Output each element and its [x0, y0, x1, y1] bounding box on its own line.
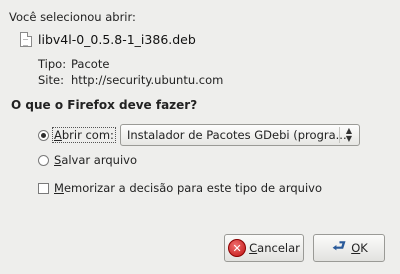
file-icon: [20, 32, 32, 47]
ok-label-rest: K: [360, 241, 368, 255]
remember-decision-mnemonic: M: [54, 181, 64, 195]
cancel-label-rest: ancelar: [257, 241, 300, 255]
updown-arrows-icon: ▲ ▼: [339, 127, 355, 143]
site-value: http://security.ubuntu.com: [71, 73, 224, 87]
remember-decision-label-rest: emorizar a decisão para este tipo de arq…: [63, 181, 322, 195]
type-label: Tipo:: [38, 57, 67, 71]
ok-mnemonic: O: [351, 241, 361, 255]
cancel-button[interactable]: ✕ Cancelar: [224, 234, 304, 262]
save-file-radio[interactable]: [38, 155, 49, 166]
ok-button-label: OK: [351, 241, 368, 255]
open-with-radio[interactable]: [38, 130, 49, 141]
open-with-label[interactable]: Abrir com:: [52, 127, 116, 143]
remember-decision-label[interactable]: Memorizar a decisão para este tipo de ar…: [54, 181, 322, 195]
cancel-mnemonic: C: [249, 241, 258, 255]
open-with-app-select[interactable]: Instalador de Pacotes GDebi (progra... ▲…: [120, 124, 360, 146]
save-file-label-rest: alvar arquivo: [61, 153, 137, 167]
ok-arrow-icon: ⮐: [332, 236, 346, 255]
open-with-label-rest: brir com:: [61, 128, 114, 142]
file-name: libv4l-0_0.5.8-1_i386.deb: [38, 32, 196, 47]
ok-button[interactable]: ⮐ OK: [313, 234, 385, 262]
intro-text: Você selecionou abrir:: [9, 10, 136, 24]
cancel-icon: ✕: [228, 239, 247, 257]
cancel-button-label: Cancelar: [249, 241, 300, 255]
remember-decision-checkbox[interactable]: [38, 183, 49, 194]
type-value: Pacote: [71, 57, 110, 71]
save-file-label[interactable]: Salvar arquivo: [54, 153, 137, 167]
question-heading: O que o Firefox deve fazer?: [11, 98, 198, 112]
open-with-app-value: Instalador de Pacotes GDebi (progra...: [127, 128, 347, 142]
open-with-mnemonic: A: [54, 128, 62, 142]
site-label: Site:: [38, 73, 64, 87]
